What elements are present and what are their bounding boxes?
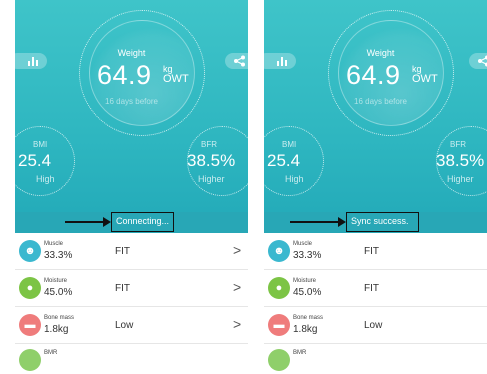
bmr-icon bbox=[268, 349, 290, 371]
chevron-right-icon: > bbox=[233, 242, 242, 258]
metric-name: Muscle bbox=[293, 241, 313, 247]
weight-measured-time: 16 days before bbox=[354, 97, 407, 106]
annotation-arrow bbox=[290, 217, 346, 227]
bmi-value: 25.4 bbox=[18, 151, 52, 170]
muscle-icon: ☻ bbox=[19, 240, 41, 262]
bmi-label: BMI bbox=[282, 140, 297, 149]
metric-value: 45.0% bbox=[293, 287, 322, 298]
metric-value: 1.8kg bbox=[44, 324, 69, 335]
metrics-list: ☻ Muscle 33.3% FIT ● Moisture 45.0% FIT … bbox=[264, 233, 487, 371]
weight-measured-time: 16 days before bbox=[105, 97, 158, 106]
list-item-muscle[interactable]: ☻ Muscle 33.3% FIT > bbox=[15, 233, 248, 270]
metric-rating: FIT bbox=[364, 283, 379, 294]
bar-chart-icon bbox=[277, 57, 287, 66]
water-drop-icon: ● bbox=[19, 277, 41, 299]
metric-rating: FIT bbox=[115, 246, 130, 257]
bfr-label: BFR bbox=[201, 140, 217, 149]
metric-value: 33.3% bbox=[293, 250, 322, 261]
weight-unit-owt: OWT bbox=[163, 73, 189, 85]
bone-icon: ▬ bbox=[19, 314, 41, 336]
bmr-icon bbox=[19, 349, 41, 371]
metric-name: Muscle bbox=[44, 241, 64, 247]
bfr-status: Higher bbox=[447, 174, 474, 184]
metric-name: Bone mass bbox=[44, 315, 75, 321]
bfr-status: Higher bbox=[198, 174, 225, 184]
metric-rating: Low bbox=[115, 320, 134, 331]
metric-value: 45.0% bbox=[44, 287, 73, 298]
bmi-status: High bbox=[285, 174, 304, 184]
list-item-muscle[interactable]: ☻ Muscle 33.3% FIT bbox=[264, 233, 487, 270]
bfr-value: 38.5% bbox=[187, 151, 236, 170]
bfr-label: BFR bbox=[450, 140, 466, 149]
list-item-bmr[interactable]: BMR bbox=[264, 344, 487, 371]
metric-name: Moisture bbox=[44, 278, 68, 284]
weight-units: kg OWT bbox=[163, 64, 189, 85]
bfr-value: 38.5% bbox=[436, 151, 485, 170]
chevron-right-icon: > bbox=[233, 316, 242, 332]
summary-panel: Weight 64.9 kg OWT 16 days before BMI 25… bbox=[264, 0, 487, 233]
metric-value: 1.8kg bbox=[293, 324, 318, 335]
list-item-moisture[interactable]: ● Moisture 45.0% FIT bbox=[264, 270, 487, 307]
weight-label: Weight bbox=[366, 48, 395, 58]
list-item-bone-mass[interactable]: ▬ Bone mass 1.8kg Low > bbox=[15, 307, 248, 344]
water-drop-icon: ● bbox=[268, 277, 290, 299]
metric-value: 33.3% bbox=[44, 250, 73, 261]
weight-unit-owt: OWT bbox=[412, 73, 438, 85]
bmi-label: BMI bbox=[33, 140, 48, 149]
metric-rating: FIT bbox=[364, 246, 379, 257]
annotation-arrow bbox=[65, 217, 111, 227]
chevron-right-icon: > bbox=[233, 279, 242, 295]
metric-rating: FIT bbox=[115, 283, 130, 294]
list-item-bone-mass[interactable]: ▬ Bone mass 1.8kg Low bbox=[264, 307, 487, 344]
weight-value: 64.9 bbox=[97, 60, 152, 90]
screen-connecting: Weight 64.9 kg OWT 16 days before BMI 25… bbox=[15, 0, 248, 374]
list-item-bmr[interactable]: BMR bbox=[15, 344, 248, 371]
metric-name: BMR bbox=[293, 350, 307, 356]
metric-name: Bone mass bbox=[293, 315, 324, 321]
screen-synced: Weight 64.9 kg OWT 16 days before BMI 25… bbox=[264, 0, 487, 374]
muscle-icon: ☻ bbox=[268, 240, 290, 262]
connection-status: Connecting... bbox=[111, 212, 174, 232]
bar-chart-icon bbox=[28, 57, 38, 66]
bmi-status: High bbox=[36, 174, 55, 184]
weight-label: Weight bbox=[117, 48, 146, 58]
list-item-moisture[interactable]: ● Moisture 45.0% FIT > bbox=[15, 270, 248, 307]
weight-value: 64.9 bbox=[346, 60, 401, 90]
metric-name: Moisture bbox=[293, 278, 317, 284]
summary-panel: Weight 64.9 kg OWT 16 days before BMI 25… bbox=[15, 0, 248, 233]
metrics-list: ☻ Muscle 33.3% FIT > ● Moisture 45.0% FI… bbox=[15, 233, 248, 371]
bmi-value: 25.4 bbox=[267, 151, 301, 170]
metric-name: BMR bbox=[44, 350, 58, 356]
sync-status: Sync success. bbox=[346, 212, 419, 232]
metric-rating: Low bbox=[364, 320, 383, 331]
bone-icon: ▬ bbox=[268, 314, 290, 336]
weight-units: kg OWT bbox=[412, 64, 438, 85]
